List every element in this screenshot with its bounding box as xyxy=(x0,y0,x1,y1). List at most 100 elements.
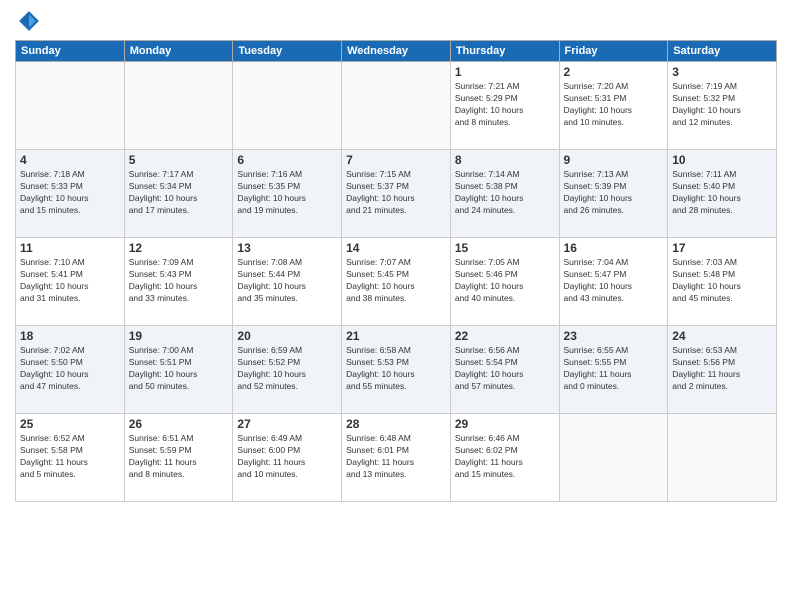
day-number: 22 xyxy=(455,329,555,343)
day-info: Sunrise: 7:14 AM Sunset: 5:38 PM Dayligh… xyxy=(455,169,555,217)
calendar-cell: 26 Sunrise: 6:51 AM Sunset: 5:59 PM Dayli… xyxy=(124,414,233,502)
calendar-cell: 9 Sunrise: 7:13 AM Sunset: 5:39 PM Daylig… xyxy=(559,150,668,238)
calendar-cell: 2 Sunrise: 7:20 AM Sunset: 5:31 PM Daylig… xyxy=(559,62,668,150)
calendar-cell: 28Sunrise: 6:48 AM Sunset: 6:01 PM Dayli… xyxy=(342,414,451,502)
day-info: Sunrise: 7:02 AM Sunset: 5:50 PM Dayligh… xyxy=(20,345,120,393)
calendar-cell: 20 Sunrise: 6:59 AM Sunset: 5:52 PM Dayli… xyxy=(233,326,342,414)
day-info: Sunrise: 6:59 AM Sunset: 5:52 PM Dayligh… xyxy=(237,345,337,393)
day-number: 15 xyxy=(455,241,555,255)
day-number: 6 xyxy=(237,153,337,167)
calendar-cell: 1 Sunrise: 7:21 AM Sunset: 5:29 PM Daylig… xyxy=(450,62,559,150)
day-number: 7 xyxy=(346,153,446,167)
day-number: 8 xyxy=(455,153,555,167)
day-info: Sunrise: 6:58 AM Sunset: 5:53 PM Dayligh… xyxy=(346,345,446,393)
weekday-header-tuesday: Tuesday xyxy=(233,41,342,62)
week-row-4: 18 Sunrise: 7:02 AM Sunset: 5:50 PM Dayli… xyxy=(16,326,777,414)
week-row-1: 1 Sunrise: 7:21 AM Sunset: 5:29 PM Daylig… xyxy=(16,62,777,150)
day-number: 27 xyxy=(237,417,337,431)
day-number: 5 xyxy=(129,153,229,167)
day-number: 29 xyxy=(455,417,555,431)
calendar-cell: 15Sunrise: 7:05 AM Sunset: 5:46 PM Dayli… xyxy=(450,238,559,326)
calendar-cell xyxy=(124,62,233,150)
day-number: 19 xyxy=(129,329,229,343)
calendar-cell: 16 Sunrise: 7:04 AM Sunset: 5:47 PM Dayli… xyxy=(559,238,668,326)
calendar-cell: 27 Sunrise: 6:49 AM Sunset: 6:00 PM Dayli… xyxy=(233,414,342,502)
calendar-cell: 17 Sunrise: 7:03 AM Sunset: 5:48 PM Dayli… xyxy=(668,238,777,326)
day-number: 13 xyxy=(237,241,337,255)
day-info: Sunrise: 6:55 AM Sunset: 5:55 PM Dayligh… xyxy=(564,345,664,393)
calendar-cell: 12 Sunrise: 7:09 AM Sunset: 5:43 PM Dayli… xyxy=(124,238,233,326)
logo xyxy=(15,14,40,32)
day-number: 9 xyxy=(564,153,664,167)
calendar-cell xyxy=(668,414,777,502)
weekday-header-saturday: Saturday xyxy=(668,41,777,62)
calendar-cell: 14 Sunrise: 7:07 AM Sunset: 5:45 PM Dayli… xyxy=(342,238,451,326)
calendar-cell: 21 Sunrise: 6:58 AM Sunset: 5:53 PM Dayli… xyxy=(342,326,451,414)
day-info: Sunrise: 7:19 AM Sunset: 5:32 PM Dayligh… xyxy=(672,81,772,129)
weekday-header-wednesday: Wednesday xyxy=(342,41,451,62)
day-info: Sunrise: 7:16 AM Sunset: 5:35 PM Dayligh… xyxy=(237,169,337,217)
day-info: Sunrise: 7:17 AM Sunset: 5:34 PM Dayligh… xyxy=(129,169,229,217)
day-info: Sunrise: 7:00 AM Sunset: 5:51 PM Dayligh… xyxy=(129,345,229,393)
day-info: Sunrise: 7:21 AM Sunset: 5:29 PM Dayligh… xyxy=(455,81,555,129)
calendar-cell: 4Sunrise: 7:18 AM Sunset: 5:33 PM Daylig… xyxy=(16,150,125,238)
day-number: 1 xyxy=(455,65,555,79)
day-info: Sunrise: 6:46 AM Sunset: 6:02 PM Dayligh… xyxy=(455,433,555,481)
calendar-cell: 23 Sunrise: 6:55 AM Sunset: 5:55 PM Dayli… xyxy=(559,326,668,414)
day-info: Sunrise: 7:15 AM Sunset: 5:37 PM Dayligh… xyxy=(346,169,446,217)
day-number: 26 xyxy=(129,417,229,431)
calendar-cell: 10 Sunrise: 7:11 AM Sunset: 5:40 PM Dayli… xyxy=(668,150,777,238)
calendar-cell xyxy=(233,62,342,150)
day-info: Sunrise: 6:52 AM Sunset: 5:58 PM Dayligh… xyxy=(20,433,120,481)
day-number: 17 xyxy=(672,241,772,255)
day-info: Sunrise: 7:10 AM Sunset: 5:41 PM Dayligh… xyxy=(20,257,120,305)
day-number: 20 xyxy=(237,329,337,343)
week-row-2: 4Sunrise: 7:18 AM Sunset: 5:33 PM Daylig… xyxy=(16,150,777,238)
logo-icon xyxy=(18,10,40,32)
day-info: Sunrise: 7:07 AM Sunset: 5:45 PM Dayligh… xyxy=(346,257,446,305)
day-number: 28 xyxy=(346,417,446,431)
day-number: 16 xyxy=(564,241,664,255)
day-info: Sunrise: 6:53 AM Sunset: 5:56 PM Dayligh… xyxy=(672,345,772,393)
day-info: Sunrise: 7:18 AM Sunset: 5:33 PM Dayligh… xyxy=(20,169,120,217)
weekday-header-friday: Friday xyxy=(559,41,668,62)
calendar-cell xyxy=(342,62,451,150)
calendar-cell xyxy=(559,414,668,502)
day-number: 3 xyxy=(672,65,772,79)
day-info: Sunrise: 7:08 AM Sunset: 5:44 PM Dayligh… xyxy=(237,257,337,305)
day-info: Sunrise: 6:56 AM Sunset: 5:54 PM Dayligh… xyxy=(455,345,555,393)
calendar-cell: 3 Sunrise: 7:19 AM Sunset: 5:32 PM Daylig… xyxy=(668,62,777,150)
calendar-cell: 7 Sunrise: 7:15 AM Sunset: 5:37 PM Daylig… xyxy=(342,150,451,238)
day-number: 23 xyxy=(564,329,664,343)
day-number: 18 xyxy=(20,329,120,343)
weekday-header-sunday: Sunday xyxy=(16,41,125,62)
page: SundayMondayTuesdayWednesdayThursdayFrid… xyxy=(0,0,792,612)
day-number: 12 xyxy=(129,241,229,255)
calendar-cell: 25 Sunrise: 6:52 AM Sunset: 5:58 PM Dayli… xyxy=(16,414,125,502)
calendar-table: SundayMondayTuesdayWednesdayThursdayFrid… xyxy=(15,40,777,502)
calendar-cell: 24 Sunrise: 6:53 AM Sunset: 5:56 PM Dayli… xyxy=(668,326,777,414)
day-info: Sunrise: 6:51 AM Sunset: 5:59 PM Dayligh… xyxy=(129,433,229,481)
day-number: 21 xyxy=(346,329,446,343)
calendar-cell xyxy=(16,62,125,150)
calendar-cell: 8 Sunrise: 7:14 AM Sunset: 5:38 PM Daylig… xyxy=(450,150,559,238)
day-info: Sunrise: 7:13 AM Sunset: 5:39 PM Dayligh… xyxy=(564,169,664,217)
day-number: 2 xyxy=(564,65,664,79)
weekday-header-row: SundayMondayTuesdayWednesdayThursdayFrid… xyxy=(16,41,777,62)
weekday-header-monday: Monday xyxy=(124,41,233,62)
calendar-cell: 6 Sunrise: 7:16 AM Sunset: 5:35 PM Daylig… xyxy=(233,150,342,238)
day-number: 10 xyxy=(672,153,772,167)
day-number: 11 xyxy=(20,241,120,255)
day-info: Sunrise: 7:03 AM Sunset: 5:48 PM Dayligh… xyxy=(672,257,772,305)
day-info: Sunrise: 7:09 AM Sunset: 5:43 PM Dayligh… xyxy=(129,257,229,305)
calendar-cell: 19 Sunrise: 7:00 AM Sunset: 5:51 PM Dayli… xyxy=(124,326,233,414)
week-row-3: 11 Sunrise: 7:10 AM Sunset: 5:41 PM Dayli… xyxy=(16,238,777,326)
day-info: Sunrise: 7:04 AM Sunset: 5:47 PM Dayligh… xyxy=(564,257,664,305)
day-number: 14 xyxy=(346,241,446,255)
day-info: Sunrise: 7:11 AM Sunset: 5:40 PM Dayligh… xyxy=(672,169,772,217)
day-number: 25 xyxy=(20,417,120,431)
calendar-cell: 22 Sunrise: 6:56 AM Sunset: 5:54 PM Dayli… xyxy=(450,326,559,414)
day-info: Sunrise: 6:49 AM Sunset: 6:00 PM Dayligh… xyxy=(237,433,337,481)
day-number: 24 xyxy=(672,329,772,343)
day-info: Sunrise: 7:20 AM Sunset: 5:31 PM Dayligh… xyxy=(564,81,664,129)
